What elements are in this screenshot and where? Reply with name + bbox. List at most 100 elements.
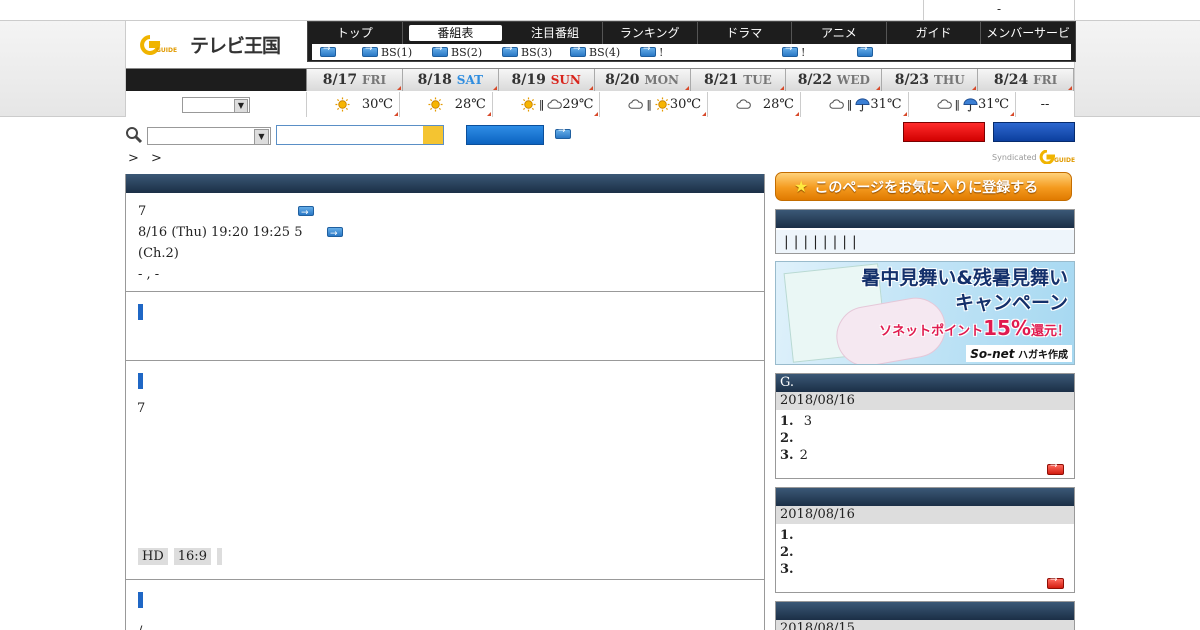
date-tab-2[interactable]: 8/19 SUN xyxy=(498,69,595,91)
weather-cell-7: -- xyxy=(1016,92,1074,117)
sub-nav: BS(1) BS(2) BS(3) BS(4)!! xyxy=(312,44,1071,60)
cloud-icon xyxy=(628,97,644,112)
list-item[interactable]: 2. xyxy=(780,430,1070,447)
date-label: 8/21 xyxy=(704,72,744,88)
sonet-campaign-banner[interactable]: 暑中見舞い&残暑見舞い キャンペーン ソネットポイント15%還元！ So-net… xyxy=(775,261,1075,365)
weather-cell-1: 28℃ xyxy=(400,92,493,117)
banner-subtitle: ソネットポイント15%還元！ xyxy=(879,316,1070,340)
weather-cell-2: ‖ 29℃ xyxy=(493,92,601,117)
search-category-select[interactable] xyxy=(147,127,271,145)
program-airtime-line: 8/16 (Thu) 19:20 19:25 5 xyxy=(138,222,752,245)
list-item[interactable]: 3. xyxy=(780,561,1070,578)
program-detail-header xyxy=(126,174,764,193)
date-label: 8/24 xyxy=(993,72,1034,88)
program-channel-line: (Ch.2) xyxy=(138,246,179,261)
program-cast-text: / xyxy=(138,624,142,630)
day-of-week-label: FRI xyxy=(1033,73,1058,87)
weather-cell-6: ‖ 31℃ xyxy=(909,92,1017,117)
search-button[interactable] xyxy=(466,125,544,145)
nav-item-2[interactable]: 注目番組 xyxy=(508,22,603,44)
sub-nav-label: ! xyxy=(801,45,806,59)
date-label: 8/23 xyxy=(894,72,934,88)
weather-icons xyxy=(736,97,751,112)
date-tab-3[interactable]: 8/20 MON xyxy=(594,69,691,91)
sub-nav-item-4[interactable]: BS(4) xyxy=(570,44,620,59)
ranking-box-3-title xyxy=(776,602,1074,620)
syndicated-label: Syndicated xyxy=(992,152,1037,162)
ranking-date: 2018/08/15 xyxy=(776,620,1074,630)
arrow-right-icon xyxy=(640,44,656,57)
breadcrumb-separator: > xyxy=(151,151,162,166)
date-strip-blank xyxy=(126,69,307,91)
ranking-more-arrow-icon[interactable] xyxy=(1047,575,1064,589)
region-select[interactable] xyxy=(182,96,250,113)
sub-nav-item-5[interactable]: ! xyxy=(640,44,663,59)
nav-item-6[interactable]: ガイド xyxy=(887,22,982,44)
nav-item-1[interactable]: 番組表 xyxy=(408,25,503,41)
ranking-box-g: G. 2018/08/16 1. 3 2. 3. 2 xyxy=(775,373,1075,479)
temperature: 29℃ xyxy=(562,97,594,112)
sub-nav-item-6[interactable]: ! xyxy=(782,44,806,59)
weather-cell-3: ‖ 30℃ xyxy=(600,92,708,117)
search-icon xyxy=(125,126,143,148)
arrow-right-icon xyxy=(320,44,336,57)
day-of-week-label: THU xyxy=(933,73,965,87)
weather-cell-5: ‖ 31℃ xyxy=(801,92,909,117)
svg-text:GUIDE: GUIDE xyxy=(1054,157,1075,164)
cloud-icon xyxy=(547,97,563,112)
program-info-section: 7 8/16 (Thu) 19:20 19:25 5 (Ch.2) - , - xyxy=(126,193,764,292)
ranking-box-g-title: G. xyxy=(776,374,1074,392)
g-guide-logo-icon: GUIDE xyxy=(138,34,184,55)
search-row xyxy=(125,122,1075,148)
date-label: 8/22 xyxy=(797,72,837,88)
ranking-list: 1. 3 2. 3. 2 xyxy=(776,410,1074,478)
search-input[interactable] xyxy=(276,125,444,145)
program-title-arrow-icon[interactable] xyxy=(298,203,314,224)
breadcrumb-separator: > xyxy=(128,151,139,166)
ranking-date: 2018/08/16 xyxy=(776,392,1074,410)
ranking-more-arrow-icon[interactable] xyxy=(1047,461,1064,475)
program-airtime-arrow-icon[interactable] xyxy=(327,224,343,245)
date-tab-1[interactable]: 8/18 SAT xyxy=(402,69,499,91)
date-tab-7[interactable]: 8/24 FRI xyxy=(978,69,1074,91)
sub-nav-item-1[interactable]: BS(1) xyxy=(362,44,412,59)
sub-nav-item-0[interactable] xyxy=(320,44,339,57)
program-cast-line: - , - xyxy=(138,267,160,282)
date-tab-5[interactable]: 8/22 WED xyxy=(786,69,883,91)
ranking-box-3: 2018/08/15 xyxy=(775,601,1075,630)
global-nav: トップ番組表注目番組ランキングドラマアニメガイドメンバーサービス BS(1)BS… xyxy=(307,21,1076,62)
date-tab-4[interactable]: 8/21 TUE xyxy=(690,69,787,91)
search-go-arrow-icon[interactable] xyxy=(555,126,571,139)
program-summary-section xyxy=(126,292,764,361)
nav-item-5[interactable]: アニメ xyxy=(792,22,887,44)
sub-nav-item-7[interactable] xyxy=(857,44,876,57)
list-item[interactable]: 3. 2 xyxy=(780,447,1070,464)
banner-title: 暑中見舞い&残暑見舞い キャンペーン xyxy=(861,267,1068,314)
nav-item-4[interactable]: ドラマ xyxy=(698,22,793,44)
sub-nav-item-2[interactable]: BS(2) xyxy=(432,44,482,59)
day-of-week-label: SAT xyxy=(456,73,484,87)
arrow-right-icon xyxy=(782,44,798,57)
list-item[interactable]: 2. xyxy=(780,544,1070,561)
list-item[interactable]: 1. 3 xyxy=(780,413,1070,430)
nav-item-3[interactable]: ランキング xyxy=(603,22,698,44)
weather-icons: ‖ xyxy=(936,97,979,112)
weather-strip: 30℃28℃‖29℃‖30℃28℃‖31℃‖31℃-- xyxy=(126,92,1074,117)
date-tab-0[interactable]: 8/17 FRI xyxy=(307,69,403,91)
site-logo[interactable]: GUIDE テレビ王国 xyxy=(126,21,307,68)
blue-header-button[interactable] xyxy=(993,122,1075,142)
sub-nav-item-3[interactable]: BS(3) xyxy=(502,44,552,59)
date-tab-6[interactable]: 8/23 THU xyxy=(882,69,979,91)
sun-icon xyxy=(335,97,350,112)
add-to-favorites-button[interactable]: ★ このページをお気に入りに登録する xyxy=(775,172,1072,201)
sidebar-links[interactable]: |||||||| xyxy=(776,228,1074,253)
add-to-favorites-label: このページをお気に入りに登録する xyxy=(814,179,1039,196)
tag-hd: HD xyxy=(138,548,168,565)
breadcrumb: > > xyxy=(128,151,170,166)
nav-item-0[interactable]: トップ xyxy=(308,22,403,44)
weather-icons xyxy=(428,97,443,112)
list-item[interactable]: 1. xyxy=(780,527,1070,544)
temperature: 31℃ xyxy=(978,97,1010,112)
nav-item-7[interactable]: メンバーサービス xyxy=(981,22,1075,62)
red-header-button[interactable] xyxy=(903,122,985,142)
